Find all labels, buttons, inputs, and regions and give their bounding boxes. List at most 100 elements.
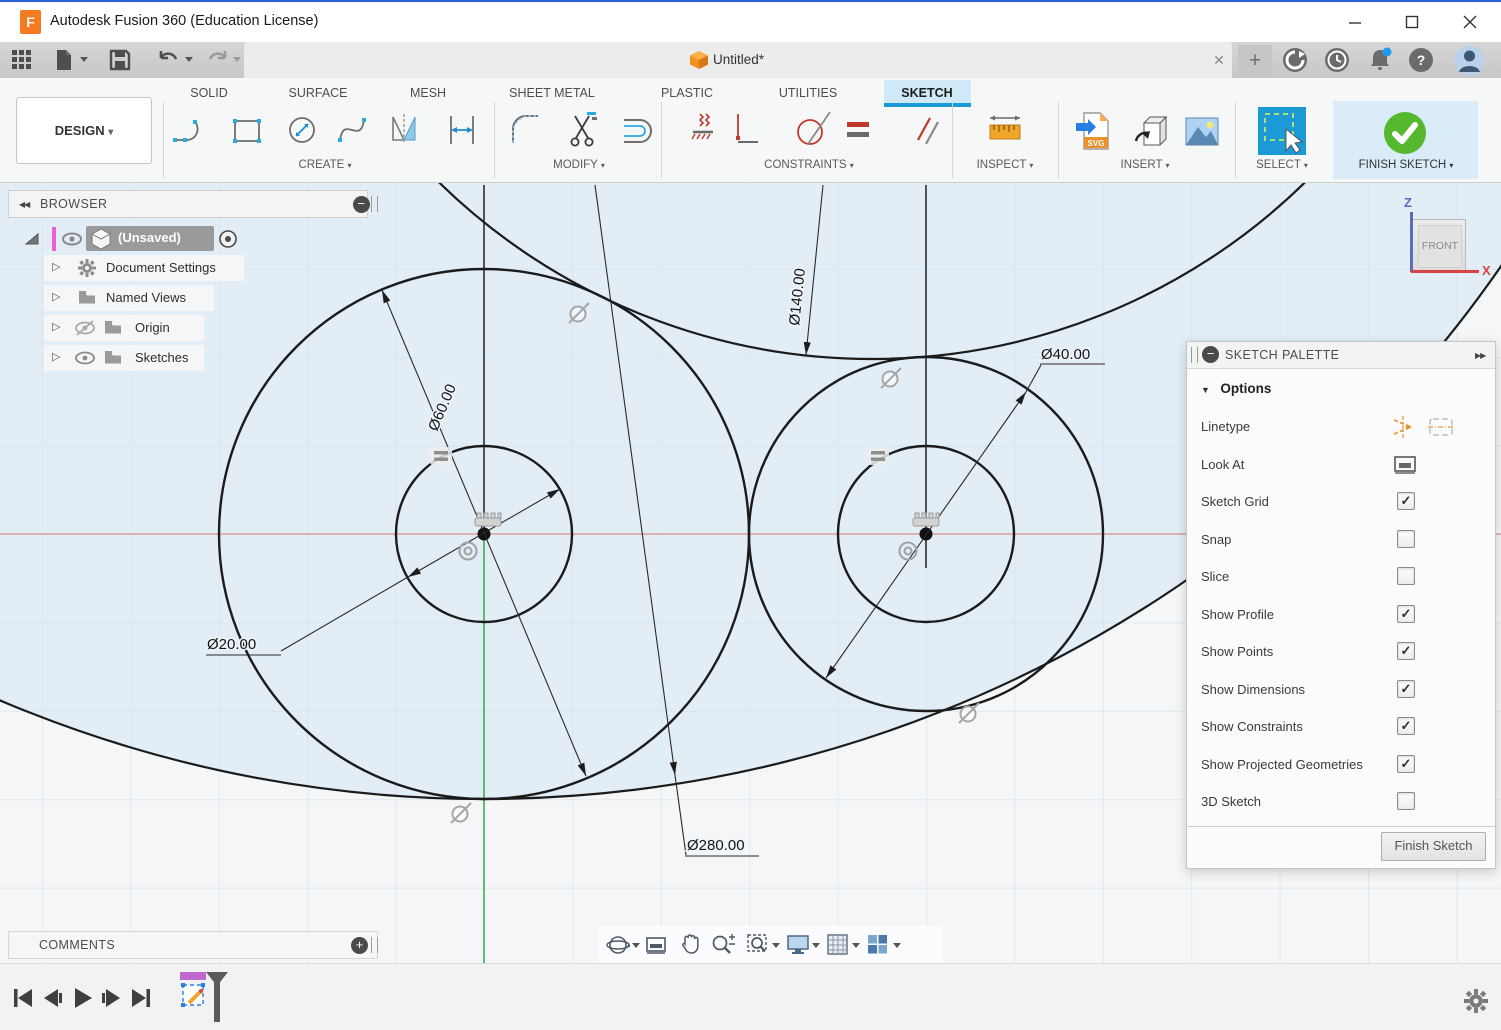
expander-icon[interactable]: ▷ <box>52 290 60 303</box>
job-status-icon[interactable] <box>1324 47 1350 73</box>
palette-minimize-icon[interactable]: − <box>1202 346 1219 363</box>
browser-header[interactable]: ◀◀ BROWSER − <box>8 190 368 218</box>
zoom-icon[interactable] <box>710 933 736 957</box>
tab-close-icon[interactable]: ✕ <box>1210 51 1228 69</box>
expander-icon[interactable]: ▷ <box>52 260 60 273</box>
finish-sketch-icon[interactable] <box>1383 111 1427 155</box>
timeline-go-to-end-button[interactable] <box>130 987 152 1009</box>
zoom-window-caret[interactable] <box>772 943 780 948</box>
visibility-eye-icon[interactable] <box>75 351 95 367</box>
canvas-image-icon[interactable] <box>1182 108 1222 154</box>
zoom-window-icon[interactable] <box>746 933 770 957</box>
display-settings-icon[interactable] <box>786 933 810 957</box>
root-expander-icon[interactable] <box>24 232 40 246</box>
redo-icon[interactable] <box>206 48 230 72</box>
palette-grip[interactable] <box>1191 347 1198 363</box>
timeline-settings-gear-icon[interactable] <box>1464 989 1488 1013</box>
sketch-grid-checkbox[interactable]: ✓ <box>1397 492 1415 510</box>
mirror-tool-icon[interactable] <box>387 108 421 152</box>
maximize-button[interactable] <box>1402 12 1422 32</box>
undo-icon[interactable] <box>156 48 180 72</box>
insert-svg-icon[interactable]: SVG <box>1074 108 1114 154</box>
show-dimensions-checkbox[interactable]: ✓ <box>1397 680 1415 698</box>
file-menu-caret[interactable] <box>80 57 88 62</box>
show-constraints-checkbox[interactable]: ✓ <box>1397 717 1415 735</box>
visibility-off-eye-icon[interactable] <box>74 319 96 337</box>
line-tool-icon[interactable] <box>170 108 204 152</box>
look-at-icon[interactable] <box>644 933 668 957</box>
browser-row-sketches[interactable]: ▷ Sketches <box>44 345 204 371</box>
redo-caret[interactable] <box>233 57 241 62</box>
activate-radio-icon[interactable] <box>218 229 238 249</box>
3d-sketch-checkbox[interactable] <box>1397 792 1415 810</box>
undo-caret[interactable] <box>185 57 193 62</box>
timeline-step-back-button[interactable] <box>42 987 64 1009</box>
dimension-d40-label[interactable]: Ø40.00 <box>1041 346 1090 363</box>
fix-constraint-icon[interactable] <box>688 108 718 152</box>
viewports-icon[interactable] <box>866 933 890 957</box>
file-menu-icon[interactable] <box>52 48 76 72</box>
tab-plastic[interactable]: PLASTIC <box>661 82 713 104</box>
tangent-constraint-tool-icon[interactable] <box>786 108 834 152</box>
row-label[interactable]: Sketches <box>135 350 188 365</box>
orbit-icon[interactable] <box>606 933 630 957</box>
root-label[interactable]: (Unsaved) <box>118 230 181 245</box>
fillet-tool-icon[interactable] <box>508 108 542 152</box>
browser-row-named-views[interactable]: ▷ Named Views <box>44 285 214 311</box>
dimension-d20-label[interactable]: Ø20.00 <box>207 636 256 653</box>
equal-constraint-icon[interactable] <box>430 447 452 465</box>
extensions-icon[interactable] <box>1282 47 1308 73</box>
timeline-play-button[interactable] <box>72 986 94 1010</box>
spline-tool-icon[interactable] <box>335 108 369 152</box>
timeline-go-to-start-button[interactable] <box>12 987 34 1009</box>
timeline-sketch-feature[interactable] <box>180 972 230 1024</box>
expander-icon[interactable]: ▷ <box>52 350 60 363</box>
tab-sheet-metal[interactable]: SHEET METAL <box>509 82 595 104</box>
user-avatar[interactable] <box>1454 45 1485 76</box>
collapse-browser-icon[interactable]: ◀◀ <box>19 200 29 209</box>
group-create[interactable]: CREATE ▾ <box>298 159 351 171</box>
browser-grip[interactable] <box>371 196 378 212</box>
document-tab-title[interactable]: Untitled* <box>713 52 764 67</box>
slice-checkbox[interactable] <box>1397 567 1415 585</box>
design-menu-button[interactable]: DESIGN ▾ <box>16 97 152 164</box>
equal-constraint-tool-icon[interactable] <box>843 108 873 152</box>
timeline-step-forward-button[interactable] <box>100 987 122 1009</box>
dimension-d280-label[interactable]: Ø280.00 <box>687 837 745 854</box>
show-points-checkbox[interactable]: ✓ <box>1397 642 1415 660</box>
browser-row-document-settings[interactable]: ▷ Document Settings <box>44 255 244 281</box>
snap-checkbox[interactable] <box>1397 530 1415 548</box>
notifications-bell-icon[interactable] <box>1366 46 1394 74</box>
grid-settings-caret[interactable] <box>852 943 860 948</box>
palette-expand-icon[interactable]: ▶▶ <box>1475 351 1485 360</box>
comments-bar[interactable]: COMMENTS + <box>8 931 378 959</box>
row-label[interactable]: Origin <box>135 320 170 335</box>
group-modify[interactable]: MODIFY ▾ <box>553 159 605 171</box>
save-icon[interactable] <box>108 48 132 72</box>
group-finish-sketch[interactable]: FINISH SKETCH ▾ <box>1359 159 1454 171</box>
select-tool-icon[interactable] <box>1256 105 1308 157</box>
help-icon[interactable]: ? <box>1408 47 1434 73</box>
show-profile-checkbox[interactable]: ✓ <box>1397 605 1415 623</box>
display-settings-caret[interactable] <box>812 943 820 948</box>
row-label[interactable]: Document Settings <box>106 260 216 275</box>
tab-utilities[interactable]: UTILITIES <box>779 82 837 104</box>
tab-solid[interactable]: SOLID <box>190 82 228 104</box>
grid-settings-icon[interactable] <box>826 933 850 957</box>
viewcube-face-label[interactable]: FRONT <box>1418 225 1462 268</box>
vertical-horizontal-constraint-icon[interactable] <box>730 108 762 152</box>
browser-row-origin[interactable]: ▷ Origin <box>44 315 204 341</box>
browser-root-row[interactable]: (Unsaved) <box>20 226 370 252</box>
measure-tool-icon[interactable] <box>986 108 1024 152</box>
rectangle-tool-icon[interactable] <box>230 108 264 152</box>
tab-sketch[interactable]: SKETCH <box>901 82 952 104</box>
close-button[interactable] <box>1460 12 1480 32</box>
viewcube-front-face[interactable]: FRONT <box>1412 219 1466 272</box>
comments-grip[interactable] <box>371 937 378 953</box>
sketch-dimension-icon[interactable] <box>445 108 479 152</box>
construction-linetype-icon[interactable] <box>1391 414 1417 440</box>
pan-icon[interactable] <box>678 932 702 956</box>
equal-constraint-icon[interactable] <box>867 447 889 465</box>
show-projected-geometries-checkbox[interactable]: ✓ <box>1397 755 1415 773</box>
finish-sketch-button[interactable]: Finish Sketch <box>1381 832 1486 861</box>
